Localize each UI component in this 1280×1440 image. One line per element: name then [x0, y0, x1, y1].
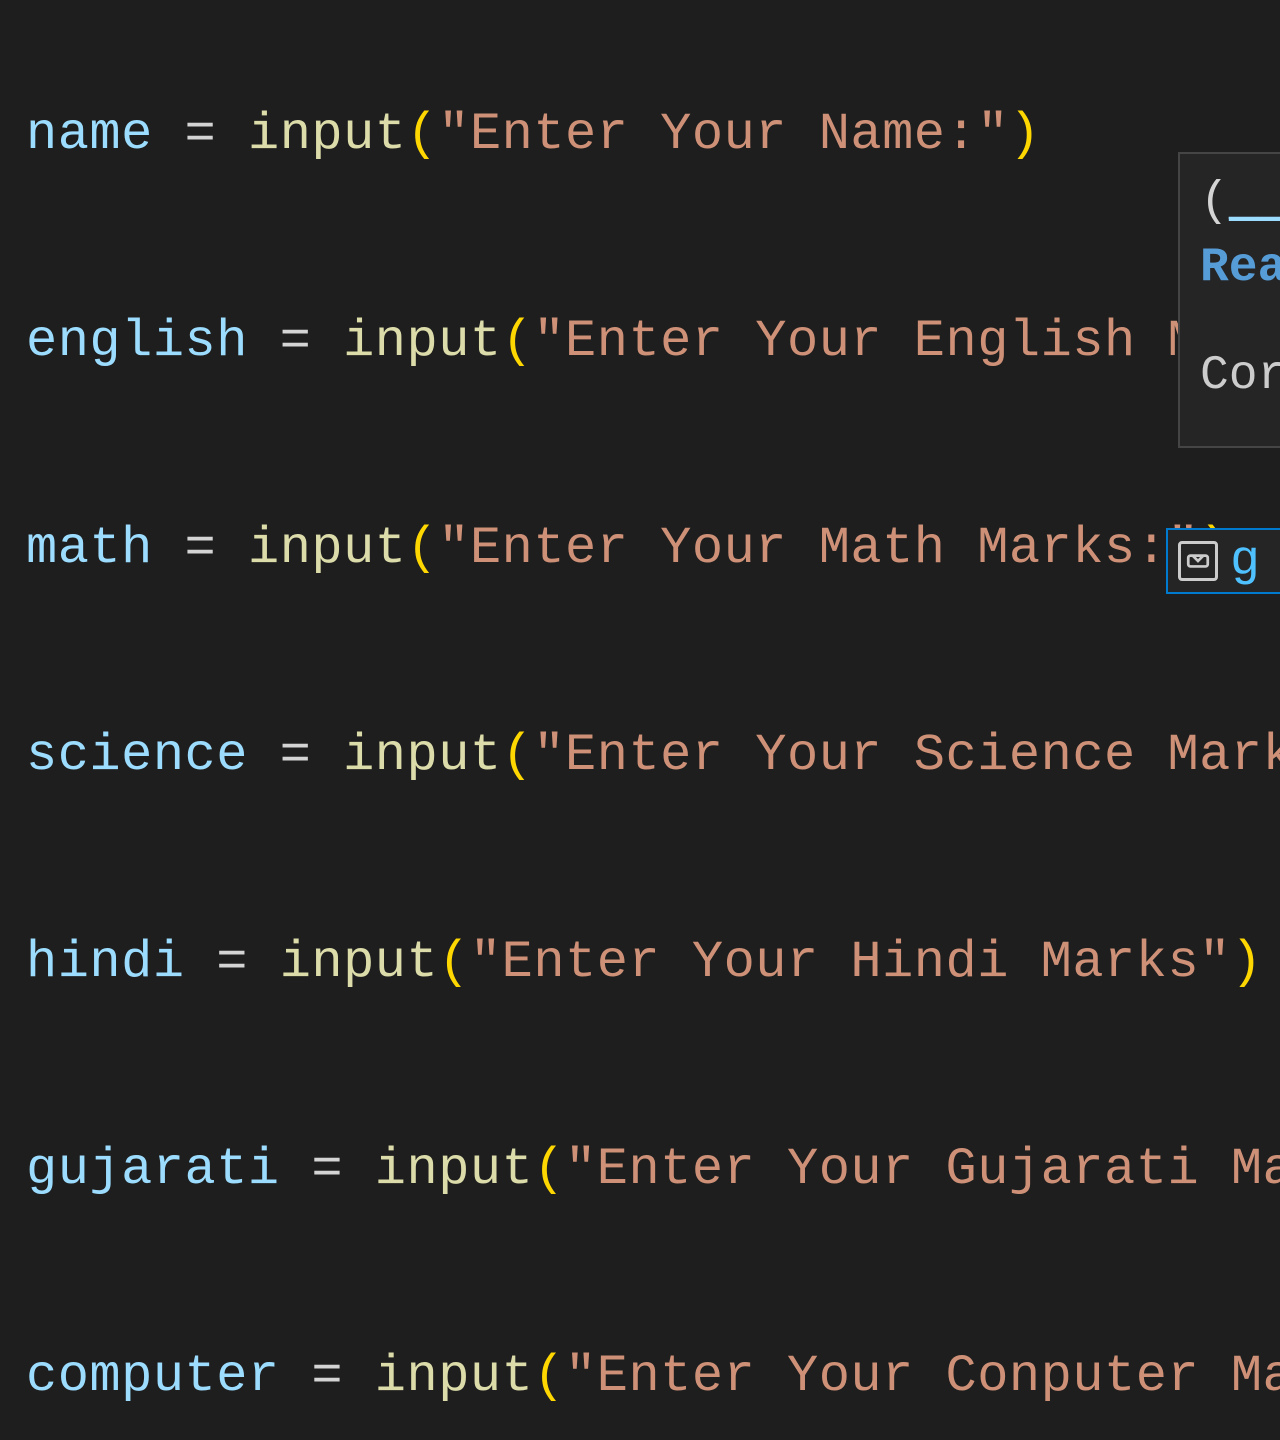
code-line-3: math = input("Enter Your Math Marks:") — [26, 514, 1280, 583]
code-line-1: name = input("Enter Your Name:") — [26, 100, 1280, 169]
variable-icon — [1178, 541, 1218, 581]
code-editor[interactable]: name = input("Enter Your Name:") english… — [0, 0, 1280, 720]
autocomplete-item-label: g — [1230, 533, 1260, 590]
signature-help-popup: (__ Rea Cor — [1178, 152, 1280, 448]
code-line-2: english = input("Enter Your English Mark… — [26, 307, 1280, 376]
signature-doc-cor: Cor — [1200, 346, 1280, 406]
signature-line: (__ — [1200, 172, 1280, 232]
code-line-4: science = input("Enter Your Science Mark… — [26, 721, 1280, 790]
signature-doc-rea: Rea — [1200, 238, 1280, 298]
autocomplete-popup[interactable]: g — [1166, 528, 1280, 594]
code-line-5: hindi = input("Enter Your Hindi Marks") — [26, 928, 1280, 997]
code-line-7: computer = input("Enter Your Conputer Ma… — [26, 1342, 1280, 1411]
code-line-6: gujarati = input("Enter Your Gujarati Ma… — [26, 1135, 1280, 1204]
